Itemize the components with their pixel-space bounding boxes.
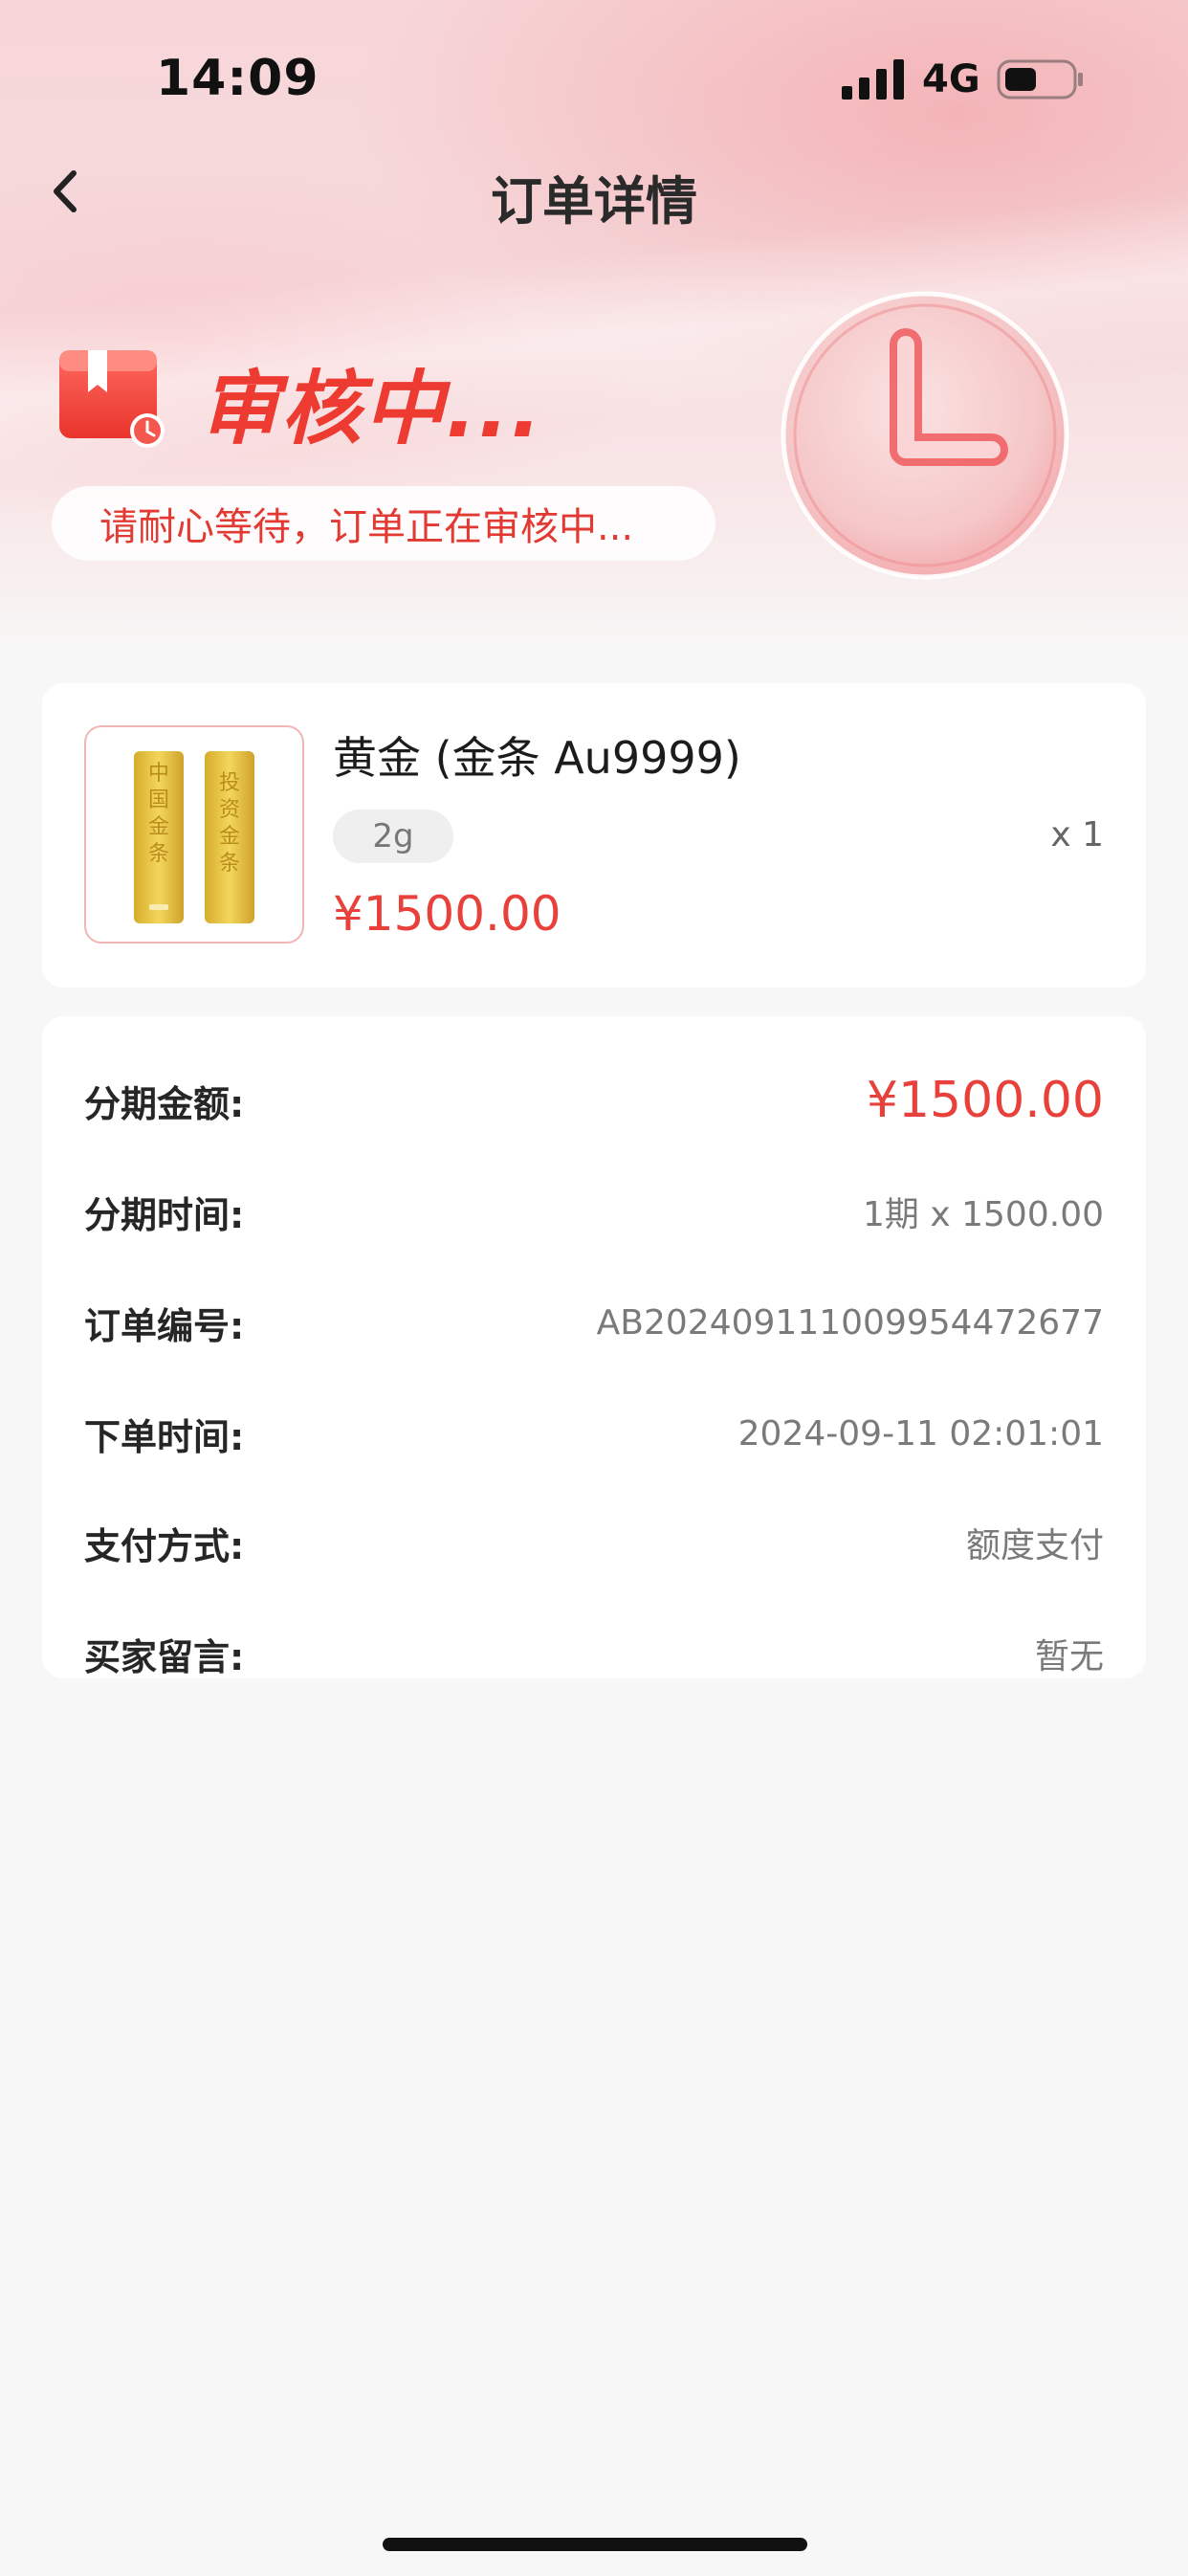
- detail-label: 买家留言:: [84, 1635, 245, 1678]
- gold-bar-image: 中国金条 投资金条: [134, 751, 254, 923]
- detail-row-installment-term: 分期时间: 1期 x 1500.00: [84, 1183, 1104, 1240]
- product-card[interactable]: 中国金条 投资金条 黄金 (金条 Au9999) 2g x 1 ¥1500.00: [42, 683, 1146, 988]
- detail-row-installment-amount: 分期金额: ¥1500.00: [84, 1072, 1104, 1129]
- signal-bars-icon: [842, 59, 904, 100]
- detail-value: 1期 x 1500.00: [863, 1195, 1104, 1234]
- page-title: 订单详情: [491, 171, 697, 232]
- product-spec-badge: 2g: [333, 810, 453, 863]
- detail-row-buyer-message: 买家留言: 暂无: [84, 1625, 1104, 1682]
- detail-row-order-time: 下单时间: 2024-09-11 02:01:01: [84, 1405, 1104, 1462]
- detail-label: 订单编号:: [84, 1304, 245, 1347]
- detail-value: ¥1500.00: [866, 1072, 1104, 1129]
- detail-value: 2024-09-11 02:01:01: [737, 1413, 1104, 1454]
- product-image: 中国金条 投资金条: [84, 725, 304, 944]
- detail-label: 分期金额:: [84, 1082, 245, 1125]
- detail-label: 分期时间:: [84, 1193, 245, 1236]
- detail-row-order-number: 订单编号: AB20240911100995447267​7: [84, 1294, 1104, 1351]
- product-price: ¥1500.00: [333, 886, 561, 942]
- clock-icon: [781, 291, 1069, 580]
- package-clock-icon: [59, 350, 165, 448]
- home-indicator[interactable]: [383, 2538, 807, 2551]
- detail-value: 额度支付: [965, 1526, 1104, 1566]
- order-detail-card: 分期金额: ¥1500.00 分期时间: 1期 x 1500.00 订单编号: …: [42, 1016, 1146, 1678]
- product-name: 黄金 (金条 Au9999): [333, 732, 741, 784]
- detail-label: 支付方式:: [84, 1524, 245, 1567]
- order-status-heading: 审核中...: [199, 362, 543, 455]
- network-type: 4G: [922, 57, 980, 101]
- detail-row-payment-method: 支付方式: 额度支付: [84, 1514, 1104, 1571]
- detail-value: 暂无: [1034, 1637, 1104, 1677]
- product-quantity: x 1: [1050, 815, 1104, 855]
- detail-value[interactable]: AB20240911100995447267​7: [597, 1303, 1104, 1343]
- detail-label: 下单时间:: [84, 1415, 245, 1458]
- battery-icon: [997, 59, 1083, 100]
- status-time: 14:09: [156, 50, 319, 107]
- order-status-message: 请耐心等待，订单正在审核中...: [52, 486, 715, 561]
